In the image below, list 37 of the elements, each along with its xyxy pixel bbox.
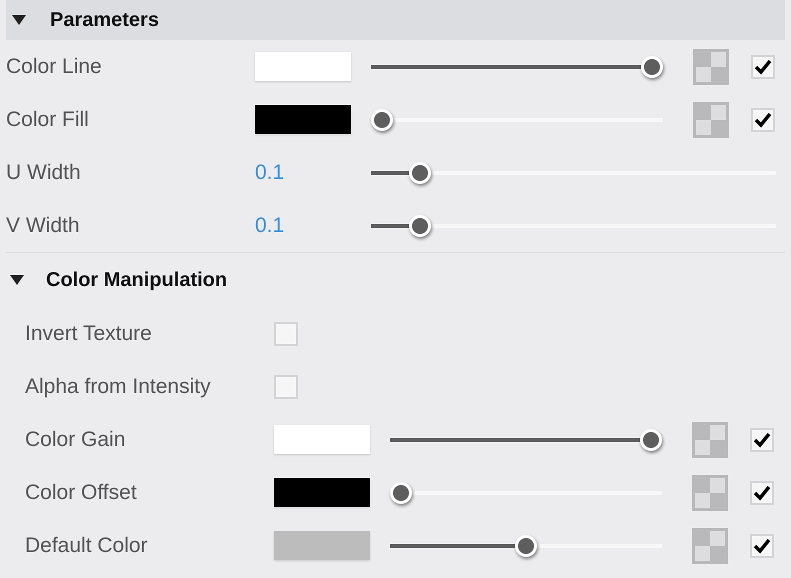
checkbox[interactable] <box>274 322 298 346</box>
slider[interactable] <box>390 428 662 450</box>
section-header[interactable]: Parameters <box>6 0 785 40</box>
field-label: Color Line <box>6 54 103 80</box>
checkbox[interactable] <box>750 480 774 504</box>
checkerboard-icon[interactable] <box>693 48 729 84</box>
checkbox[interactable] <box>751 108 775 132</box>
checkerboard-icon[interactable] <box>692 422 728 458</box>
checkbox[interactable] <box>750 428 774 452</box>
field-label: Default Color <box>25 532 149 559</box>
field-label: Alpha from Intensity <box>25 374 212 400</box>
field-label: Color Fill <box>6 106 90 133</box>
checkerboard-icon[interactable] <box>692 528 728 564</box>
field-label: Invert Texture <box>25 320 153 347</box>
checkbox[interactable] <box>274 374 298 398</box>
color-swatch[interactable] <box>274 478 370 507</box>
section-title: Color Manipulation <box>46 268 228 293</box>
slider[interactable] <box>371 214 776 236</box>
field-label: U Width <box>6 160 82 186</box>
color-swatch[interactable] <box>255 52 351 81</box>
checkerboard-icon[interactable] <box>692 474 728 510</box>
slider[interactable] <box>390 534 662 556</box>
section-header[interactable]: Color Manipulation <box>6 253 785 307</box>
section-title: Parameters <box>50 8 159 33</box>
checkerboard-icon[interactable] <box>693 102 729 138</box>
color-swatch[interactable] <box>274 425 370 454</box>
checkbox[interactable] <box>750 534 774 558</box>
slider[interactable] <box>371 162 776 184</box>
field-label: Color Gain <box>25 426 126 453</box>
checkbox[interactable] <box>751 54 775 78</box>
color-swatch[interactable] <box>255 105 351 134</box>
color-swatch[interactable] <box>274 531 370 560</box>
field-label: Color Offset <box>25 480 138 506</box>
slider[interactable] <box>371 108 663 130</box>
slider[interactable] <box>371 56 663 78</box>
slider[interactable] <box>390 482 662 504</box>
field-label: V Width <box>6 212 81 239</box>
